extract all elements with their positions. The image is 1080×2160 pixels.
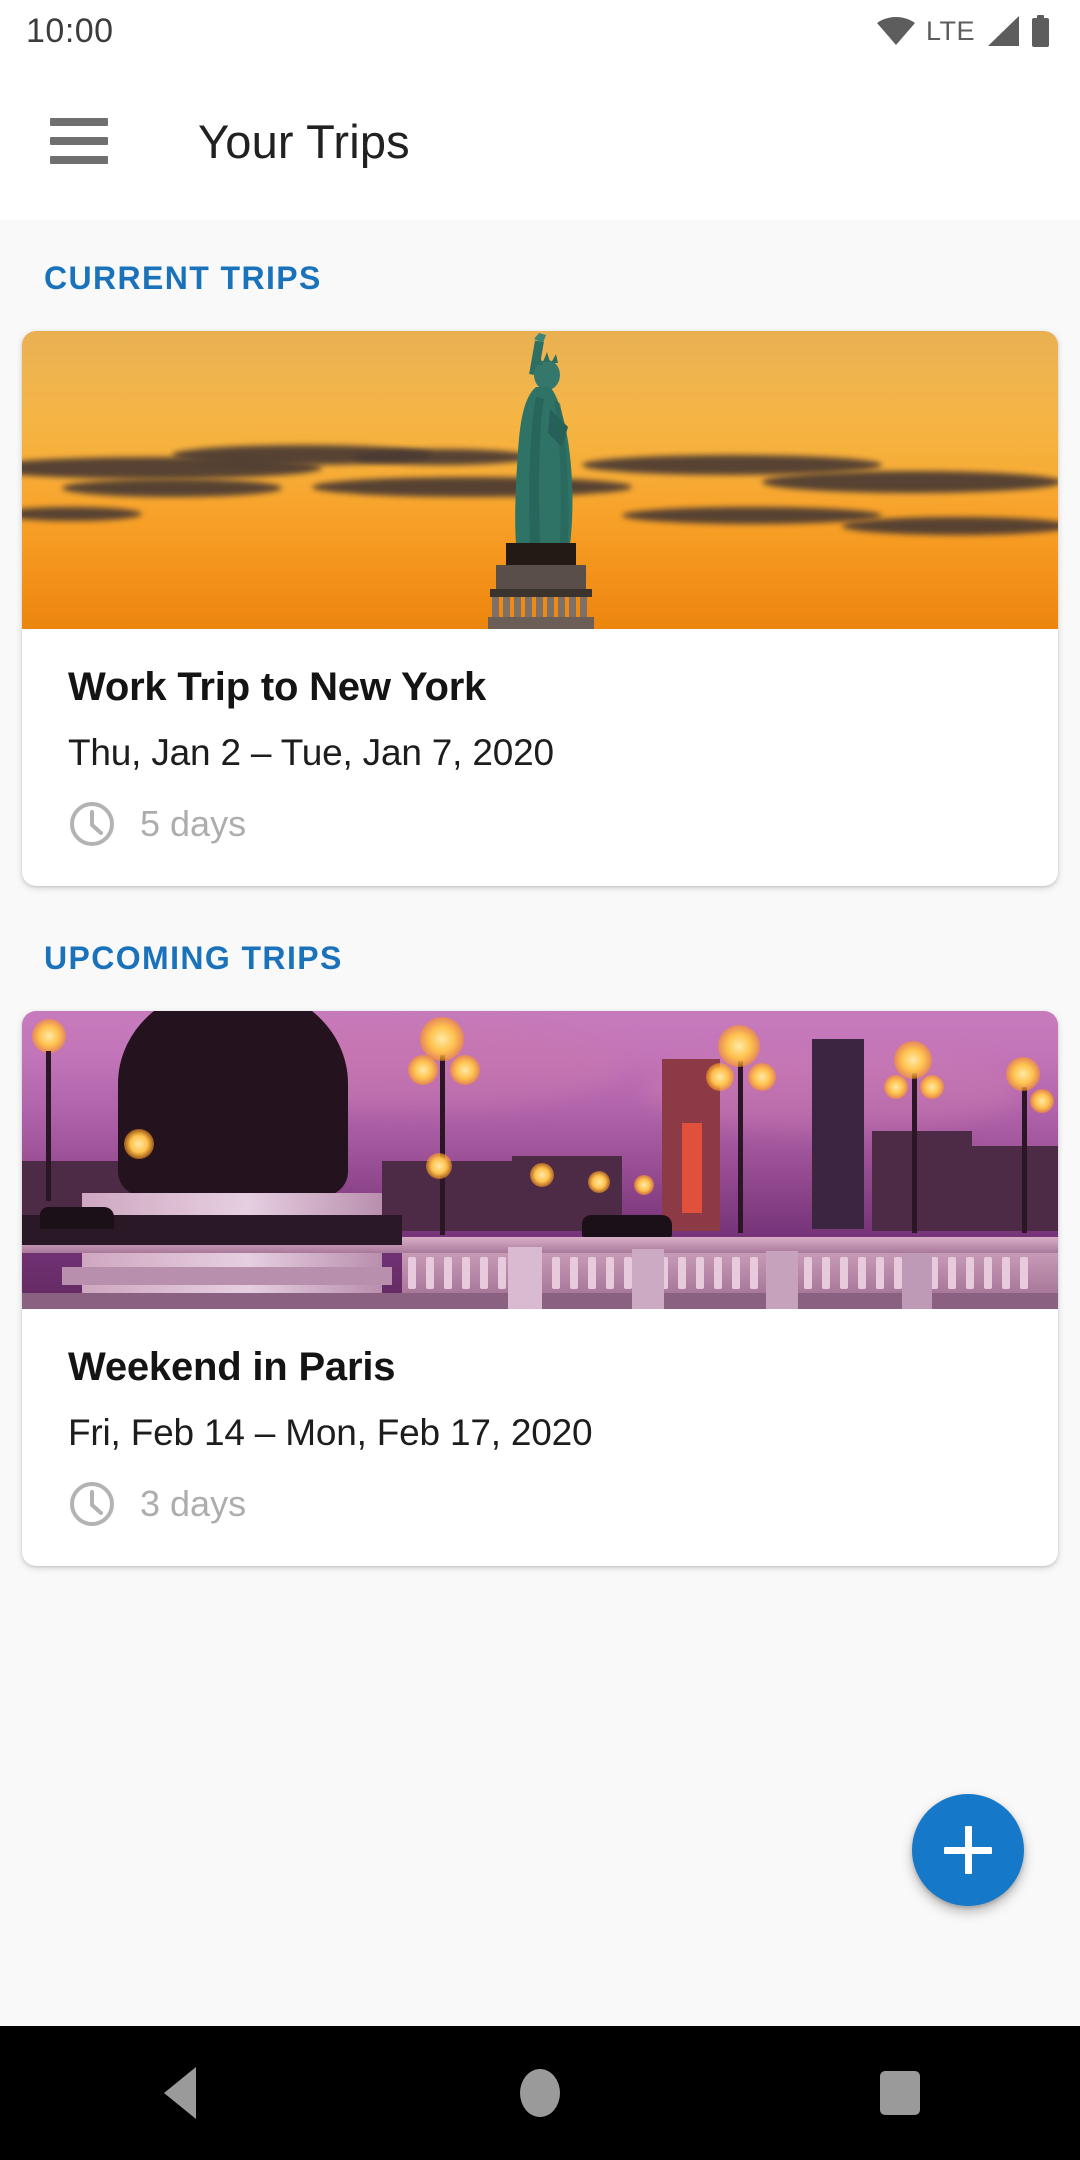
- trip-photo-paris: [22, 1011, 1058, 1309]
- trip-duration-row: 5 days: [68, 800, 1012, 848]
- section-header-upcoming-trips: UPCOMING TRIPS: [44, 940, 343, 976]
- trip-duration-label: 5 days: [140, 803, 247, 844]
- back-button[interactable]: [110, 2026, 250, 2160]
- network-type-label: LTE: [925, 15, 975, 46]
- app-bar: Your Trips: [0, 62, 1080, 220]
- status-bar-clock: 10:00: [26, 11, 114, 50]
- home-button[interactable]: [470, 2026, 610, 2160]
- menu-bar-1: [50, 118, 108, 126]
- wifi-icon: [876, 17, 915, 45]
- status-bar: 10:00 LTE: [0, 0, 1080, 62]
- trip-photo-new-york: [22, 331, 1058, 629]
- trip-card-body: Weekend in Paris Fri, Feb 14 – Mon, Feb …: [22, 1309, 1058, 1566]
- trip-title: Work Trip to New York: [68, 665, 487, 709]
- trip-dates: Fri, Feb 14 – Mon, Feb 17, 2020: [68, 1412, 593, 1453]
- clock-icon: [68, 800, 116, 848]
- hamburger-menu-icon[interactable]: [50, 118, 108, 164]
- recents-button[interactable]: [830, 2026, 970, 2160]
- section-header-current-trips: CURRENT TRIPS: [44, 260, 322, 296]
- trip-card-body: Work Trip to New York Thu, Jan 2 – Tue, …: [22, 629, 1058, 886]
- android-navigation-bar: [0, 2026, 1080, 2160]
- trip-duration-label: 3 days: [140, 1483, 247, 1524]
- clock-icon: [68, 1480, 116, 1528]
- trip-duration-row: 3 days: [68, 1480, 1012, 1528]
- menu-bar-3: [50, 156, 108, 164]
- trips-list: CURRENT TRIPS Work Trip to New York Thu,…: [0, 220, 1080, 2026]
- menu-bar-2: [50, 137, 108, 145]
- trip-card-work-trip-to-new-york[interactable]: Work Trip to New York Thu, Jan 2 – Tue, …: [22, 331, 1058, 886]
- back-triangle-icon: [164, 2067, 196, 2119]
- trip-title: Weekend in Paris: [68, 1345, 396, 1389]
- status-bar-icons: LTE: [876, 15, 1050, 47]
- add-trip-fab[interactable]: [912, 1794, 1024, 1906]
- home-circle-icon: [520, 2069, 560, 2117]
- battery-icon: [1031, 15, 1050, 47]
- recents-square-icon: [880, 2071, 920, 2115]
- plus-icon-vertical: [964, 1826, 972, 1874]
- page-title: Your Trips: [198, 114, 410, 168]
- signal-icon: [986, 16, 1020, 46]
- trip-dates: Thu, Jan 2 – Tue, Jan 7, 2020: [68, 732, 554, 773]
- trip-card-weekend-in-paris[interactable]: Weekend in Paris Fri, Feb 14 – Mon, Feb …: [22, 1011, 1058, 1566]
